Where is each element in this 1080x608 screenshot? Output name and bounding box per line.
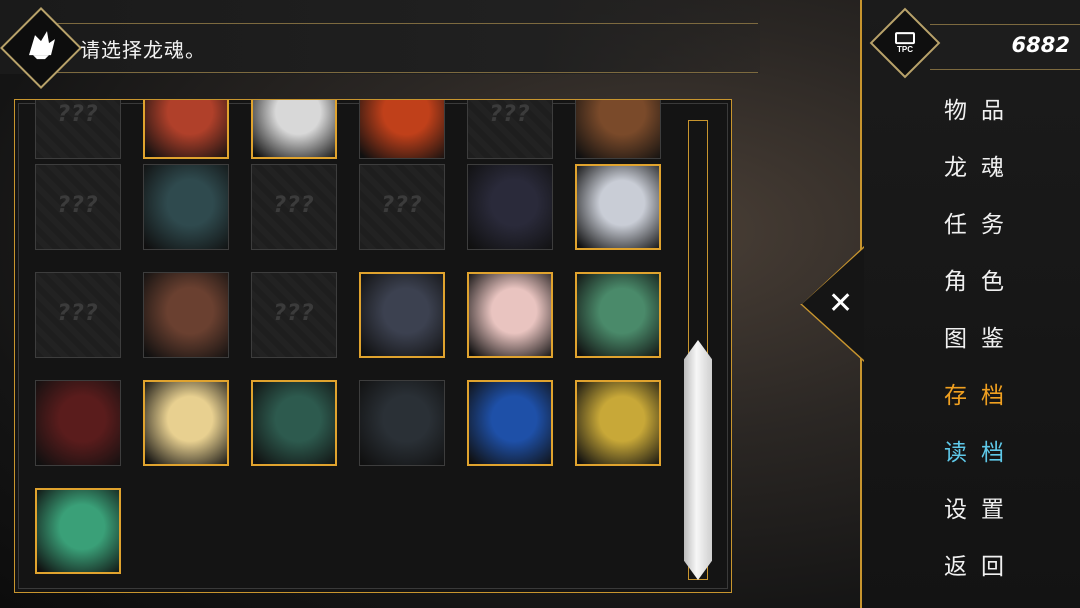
dragon-portrait-icon [144, 273, 228, 357]
dragon-soul-slot[interactable] [143, 272, 229, 358]
header-divider-bottom [38, 72, 758, 73]
locked-label: ??? [381, 193, 423, 218]
dragon-portrait-icon [577, 382, 659, 464]
dragon-soul-slot[interactable] [467, 164, 553, 250]
menu-item-quests[interactable]: 任务 [944, 205, 1018, 239]
dragon-soul-slot: ??? [251, 164, 337, 250]
dragon-soul-slot[interactable] [359, 380, 445, 466]
locked-label: ??? [489, 102, 531, 127]
dragon-soul-slot: ??? [359, 164, 445, 250]
dragon-portrait-icon [37, 490, 119, 572]
dragon-portrait-icon [577, 274, 659, 356]
menu-item-back[interactable]: 返回 [944, 547, 1018, 581]
menu-item-settings[interactable]: 设置 [944, 490, 1018, 524]
dragon-soul-slot[interactable] [251, 380, 337, 466]
locked-label: ??? [57, 301, 99, 326]
locked-label: ??? [273, 301, 315, 326]
dragon-portrait-icon [469, 274, 551, 356]
scrollbar-thumb[interactable] [684, 340, 712, 580]
menu-item-load[interactable]: 读档 [944, 433, 1018, 467]
locked-label: ??? [273, 193, 315, 218]
dragon-portrait-icon [253, 100, 335, 157]
prompt-text: 请选择龙魂。 [80, 38, 206, 62]
dragon-soul-slot: ??? [35, 272, 121, 358]
menu-item-save[interactable]: 存档 [944, 376, 1018, 410]
menu-item-characters[interactable]: 角色 [944, 262, 1018, 296]
dragon-portrait-icon [468, 165, 552, 249]
dragon-soul-slot[interactable] [359, 272, 445, 358]
dragon-soul-slot[interactable] [575, 100, 661, 159]
dragon-portrait-icon [360, 381, 444, 465]
dragon-soul-slot[interactable] [575, 164, 661, 250]
dragon-soul-slot: ??? [35, 100, 121, 159]
dragon-portrait-icon [469, 382, 551, 464]
menu-item-items[interactable]: 物品 [944, 91, 1018, 125]
dragon-soul-slot[interactable] [575, 380, 661, 466]
header-divider-top [38, 23, 758, 24]
dragon-soul-slot[interactable] [35, 380, 121, 466]
menu-item-dragon-soul[interactable]: 龙魂 [944, 148, 1018, 182]
dragon-soul-slot[interactable] [143, 100, 229, 159]
dragon-soul-slot[interactable] [467, 380, 553, 466]
dragon-soul-grid-panel: ????????????????????? [14, 99, 732, 593]
dragon-portrait-icon [253, 382, 335, 464]
dragon-soul-slot[interactable] [143, 164, 229, 250]
currency-value: 6882 [1011, 33, 1070, 57]
dragon-portrait-icon [360, 100, 444, 158]
dragon-soul-slot[interactable] [143, 380, 229, 466]
svg-text:TPC: TPC [897, 45, 913, 54]
dragon-soul-slot[interactable] [251, 100, 337, 159]
close-icon[interactable]: ✕ [828, 286, 853, 321]
dragon-soul-slot: ??? [251, 272, 337, 358]
currency-bar: 6882 [930, 24, 1080, 70]
dragon-soul-slot[interactable] [359, 100, 445, 159]
dragon-portrait-icon [144, 165, 228, 249]
locked-label: ??? [57, 102, 99, 127]
dragon-portrait-icon [576, 100, 660, 158]
dragon-soul-slot: ??? [35, 164, 121, 250]
dragon-soul-slot[interactable] [35, 488, 121, 574]
menu-item-codex[interactable]: 图鉴 [944, 319, 1018, 353]
dragon-portrait-icon [361, 274, 443, 356]
dragon-portrait-icon [145, 382, 227, 464]
dragon-portrait-icon [145, 100, 227, 157]
dragon-portrait-icon [36, 381, 120, 465]
dragon-soul-slot[interactable] [575, 272, 661, 358]
locked-label: ??? [57, 193, 99, 218]
dragon-soul-slot[interactable] [467, 272, 553, 358]
dragon-soul-slot: ??? [467, 100, 553, 159]
dragon-portrait-icon [577, 166, 659, 248]
